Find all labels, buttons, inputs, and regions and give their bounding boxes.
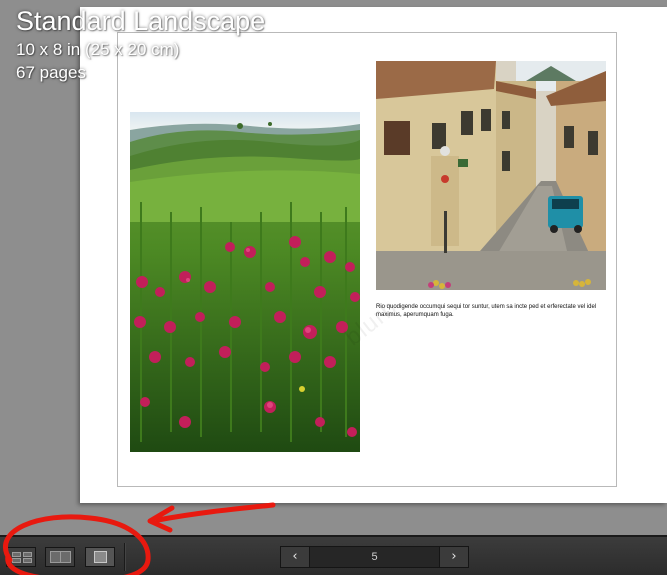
single-page-view-button[interactable] bbox=[85, 547, 115, 567]
single-page-icon bbox=[89, 551, 111, 563]
multi-page-view-button[interactable] bbox=[6, 547, 36, 567]
toolbar-divider bbox=[124, 543, 126, 571]
landscape-photo bbox=[130, 112, 360, 452]
previous-page-button[interactable]: ‹ bbox=[281, 547, 310, 567]
two-page-spread-icon bbox=[49, 551, 71, 563]
street-photo-cell[interactable] bbox=[376, 61, 606, 290]
next-page-button[interactable]: › bbox=[439, 547, 468, 567]
grid-icon bbox=[10, 551, 32, 563]
page-navigator: ‹ 5 › bbox=[280, 546, 469, 568]
book-page-count: 67 pages bbox=[16, 63, 86, 82]
book-info-overlay: Standard Landscape 10 x 8 in (25 x 20 cm… bbox=[16, 4, 265, 84]
street-photo bbox=[376, 61, 606, 290]
book-format-title: Standard Landscape bbox=[16, 6, 266, 36]
book-size-label: 10 x 8 in (25 x 20 cm) bbox=[16, 40, 180, 59]
spread-view-button[interactable] bbox=[45, 547, 75, 567]
book-preview-canvas: Standard Landscape 10 x 8 in (25 x 20 cm… bbox=[0, 0, 667, 536]
landscape-photo-cell[interactable] bbox=[130, 112, 360, 452]
current-page-number[interactable]: 5 bbox=[310, 547, 439, 567]
photo-caption-text[interactable]: Rio quodigende occumqui sequi tor suntur… bbox=[376, 303, 612, 319]
bottom-toolbar: ‹ 5 › bbox=[0, 535, 667, 575]
